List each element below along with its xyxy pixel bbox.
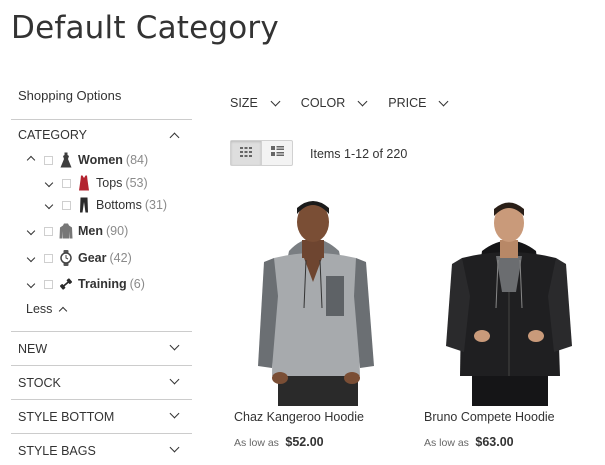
chevron-down-icon [439,96,449,106]
less-label: Less [26,302,53,316]
grid-view-button[interactable] [231,141,262,165]
chevron-down-icon [44,200,54,210]
checkbox[interactable] [62,200,71,210]
category-item-women[interactable]: Women (84) [24,151,148,169]
price-dropdown[interactable]: PRICE [388,96,449,110]
chevron-down-icon [26,253,36,263]
price-prefix: As low as [234,437,279,449]
filter-label: STYLE BAGS [18,444,96,458]
chevron-up-icon [26,155,36,165]
category-label: Bottoms [96,198,142,212]
category-label: Tops [96,176,123,190]
chevron-down-icon [169,442,180,453]
filter-stock[interactable]: STOCK [11,365,192,399]
grid-icon [240,144,253,162]
chevron-down-icon [44,178,54,188]
expand-toggle[interactable] [24,279,38,289]
chevron-down-icon [26,226,36,236]
chevron-down-icon [270,96,281,106]
price-amount: $52.00 [285,435,324,449]
category-label: Training [78,277,127,291]
chevron-up-icon [59,306,68,316]
checkbox[interactable] [44,279,53,289]
category-item-tops[interactable]: Tops (53) [42,174,148,192]
checkbox[interactable] [44,253,53,263]
category-count: (84) [125,153,149,167]
chevron-up-icon [169,132,180,143]
checkbox[interactable] [44,226,53,236]
category-item-bottoms[interactable]: Bottoms (31) [42,196,167,214]
expand-toggle[interactable] [42,200,56,210]
expand-toggle[interactable] [24,253,38,263]
filter-style-bags[interactable]: STYLE BAGS [11,433,192,465]
category-label: Men [78,224,103,238]
product-image[interactable] [234,196,409,406]
product-price: As low as $52.00 [234,433,324,451]
price-amount: $63.00 [475,435,514,449]
color-dropdown[interactable]: COLOR [300,96,368,110]
color-label: COLOR [300,96,346,110]
chevron-down-icon [357,96,368,106]
product-name-link[interactable]: Bruno Compete Hoodie [424,410,555,424]
list-view-button[interactable] [261,141,292,165]
filter-label: STOCK [18,376,61,390]
product-name-link[interactable]: Chaz Kangeroo Hoodie [234,410,364,424]
filter-label: NEW [18,342,48,356]
chevron-down-icon [169,408,180,419]
less-toggle[interactable]: Less [26,302,68,316]
tank-top-icon [77,175,91,191]
category-item-training[interactable]: Training (6) [24,275,145,293]
list-icon [270,144,284,162]
category-count: (90) [106,224,129,238]
toolbar-amount: Items 1-12 of 220 [310,147,408,161]
page-title: Default Category [11,10,279,46]
pants-icon [77,197,91,213]
category-filter-title: CATEGORY [18,128,87,142]
checkbox[interactable] [62,178,71,188]
hoodie-icon [59,223,73,239]
filter-label: STYLE BOTTOM [18,410,115,424]
dumbbell-icon [59,276,73,292]
size-label: SIZE [230,96,258,110]
size-dropdown[interactable]: SIZE [230,96,281,110]
category-filter-header[interactable]: CATEGORY [18,128,186,143]
watch-icon [59,250,73,266]
sort-filter-bar: SIZE COLOR PRICE [230,96,469,110]
view-mode-switcher [230,140,293,166]
category-label: Gear [78,251,107,265]
price-label: PRICE [388,96,427,110]
category-item-gear[interactable]: Gear (42) [24,249,132,267]
chevron-down-icon [26,279,36,289]
product-image[interactable] [424,196,599,406]
product-price: As low as $63.00 [424,433,514,451]
category-count: (31) [144,198,168,212]
category-count: (42) [109,251,132,265]
chevron-down-icon [169,374,180,385]
chevron-down-icon [169,340,180,351]
divider [11,119,192,120]
collapse-toggle[interactable] [24,155,38,165]
expand-toggle[interactable] [24,226,38,236]
filter-style-bottom[interactable]: STYLE BOTTOM [11,399,192,433]
dress-icon [59,152,73,168]
category-count: (6) [129,277,145,291]
category-item-men[interactable]: Men (90) [24,222,128,240]
price-prefix: As low as [424,437,469,449]
filter-new[interactable]: NEW [11,331,192,365]
category-label: Women [78,153,123,167]
expand-toggle[interactable] [42,178,56,188]
checkbox[interactable] [44,155,53,165]
category-count: (53) [125,176,148,190]
shopping-options-title: Shopping Options [18,88,122,103]
